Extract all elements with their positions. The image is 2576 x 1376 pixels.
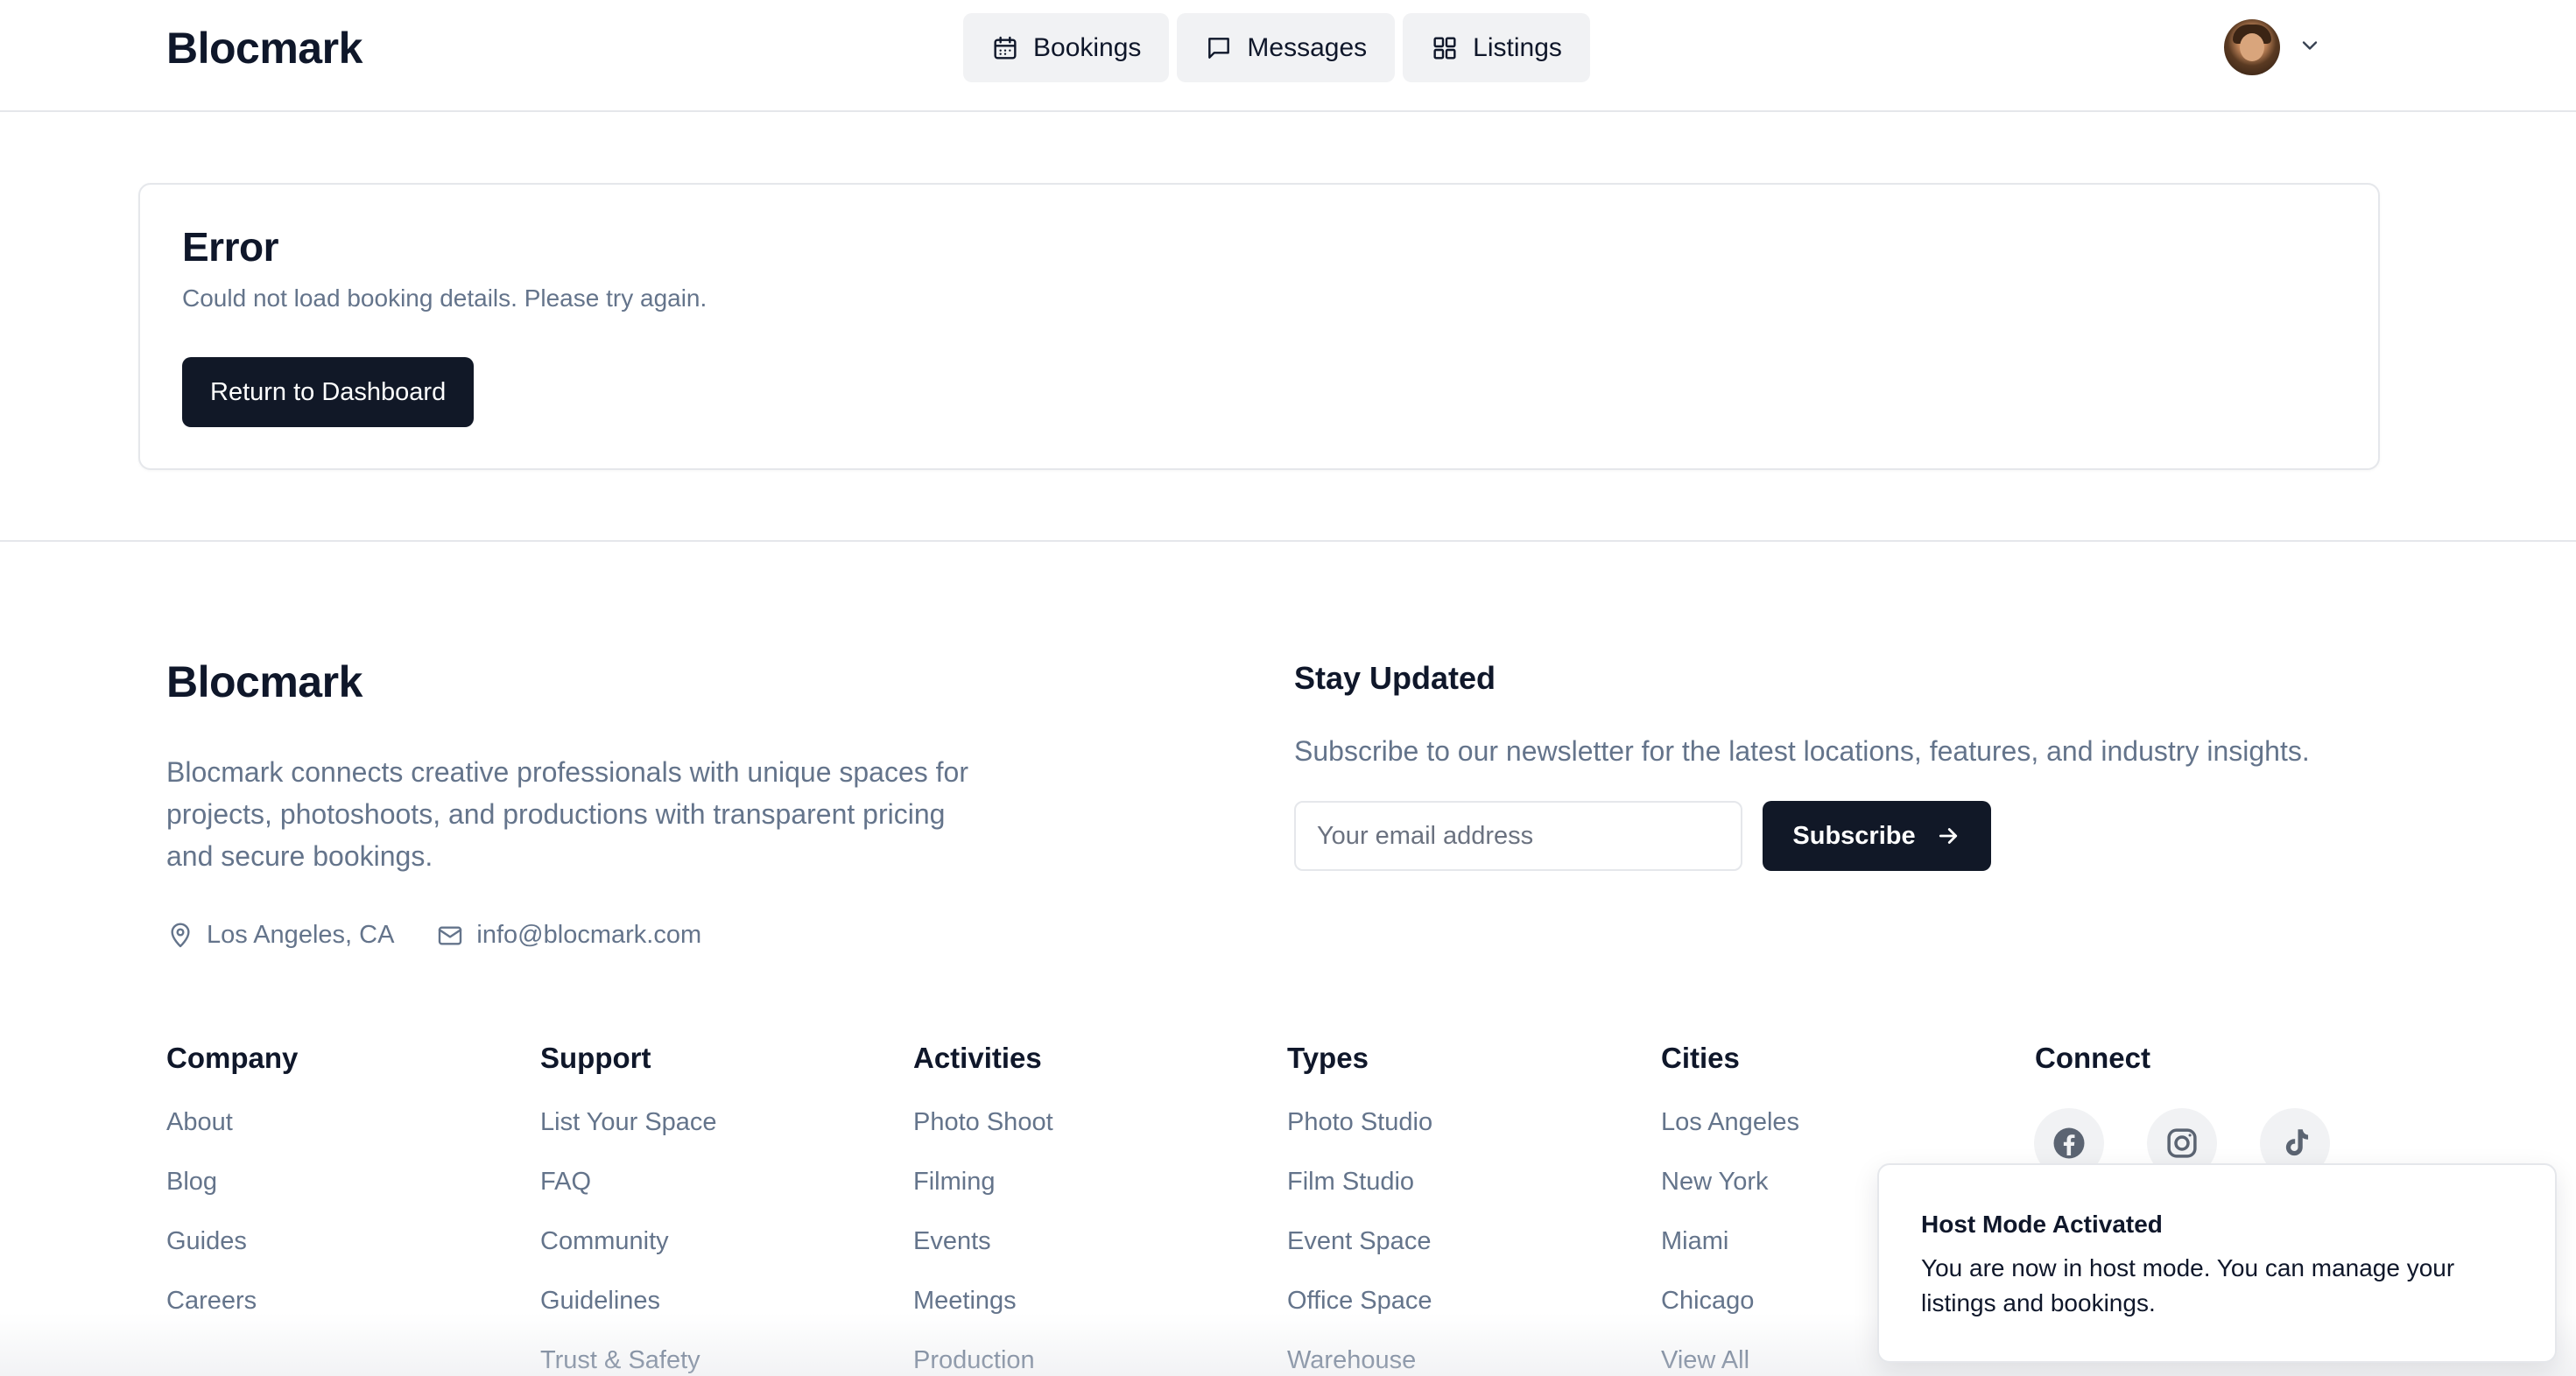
footer-link-chicago[interactable]: Chicago xyxy=(1661,1285,1799,1344)
subscribe-label: Subscribe xyxy=(1792,821,1916,850)
nav-bookings-label: Bookings xyxy=(1033,32,1142,62)
footer-link-filming[interactable]: Filming xyxy=(913,1166,1053,1225)
footer-contact: Los Angeles, CA info@blocmark.com xyxy=(166,921,701,950)
footer-link-events[interactable]: Events xyxy=(913,1225,1053,1285)
footer-link-film-studio[interactable]: Film Studio xyxy=(1287,1166,1432,1225)
footer-link-trust-safety[interactable]: Trust & Safety xyxy=(540,1344,717,1376)
column-title: Company xyxy=(166,1042,299,1074)
error-message: Could not load booking details. Please t… xyxy=(182,284,707,312)
footer-link-photo-shoot[interactable]: Photo Shoot xyxy=(913,1106,1053,1166)
return-to-dashboard-button[interactable]: Return to Dashboard xyxy=(182,357,475,427)
footer-link-about[interactable]: About xyxy=(166,1106,298,1166)
footer-link-blog[interactable]: Blog xyxy=(166,1166,298,1225)
instagram-icon xyxy=(2167,1128,2197,1158)
footer-link-guidelines[interactable]: Guidelines xyxy=(540,1285,717,1344)
column-title: Connect xyxy=(2035,1042,2150,1074)
footer-link-view-all[interactable]: View All xyxy=(1661,1344,1799,1376)
arrow-right-icon xyxy=(1939,828,1957,844)
nav-messages-label: Messages xyxy=(1247,32,1368,62)
grid-icon xyxy=(1433,36,1456,60)
footer-link-new-york[interactable]: New York xyxy=(1661,1166,1799,1225)
footer-link-event-space[interactable]: Event Space xyxy=(1287,1225,1432,1285)
avatar-face xyxy=(2240,33,2264,61)
nav-messages-button[interactable]: Messages xyxy=(1177,13,1396,82)
error-title: Error xyxy=(182,224,278,270)
column-title: Cities xyxy=(1661,1042,1740,1074)
footer-link-warehouse[interactable]: Warehouse xyxy=(1287,1344,1432,1376)
newsletter-email-input[interactable] xyxy=(1294,801,1742,871)
footer-column-connect: Connect xyxy=(2035,1042,2150,1075)
footer-description: Blocmark connects creative professionals… xyxy=(166,756,968,872)
facebook-icon xyxy=(2053,1127,2085,1159)
footer-divider xyxy=(0,540,2576,542)
calendar-icon xyxy=(994,36,1017,60)
chevron-down-icon[interactable] xyxy=(2298,33,2322,58)
footer-location: Los Angeles, CA xyxy=(207,921,395,949)
footer-column-cities: Cities Los Angeles New York Miami Chicag… xyxy=(1661,1042,1799,1376)
footer-column-types: Types Photo Studio Film Studio Event Spa… xyxy=(1287,1042,1432,1376)
footer-column-activities: Activities Photo Shoot Filming Events Me… xyxy=(913,1042,1053,1376)
footer-link-community[interactable]: Community xyxy=(540,1225,717,1285)
mail-icon xyxy=(439,925,462,945)
footer-brand[interactable]: Blocmark xyxy=(166,656,362,707)
toast-notification[interactable]: Host Mode Activated You are now in host … xyxy=(1877,1163,2557,1363)
newsletter-description: Subscribe to our newsletter for the late… xyxy=(1294,735,2310,767)
footer-link-miami[interactable]: Miami xyxy=(1661,1225,1799,1285)
footer-link-guides[interactable]: Guides xyxy=(166,1225,298,1285)
main-nav: Bookings Messages Listings xyxy=(963,13,1590,82)
nav-listings-label: Listings xyxy=(1473,32,1562,62)
footer-link-list-your-space[interactable]: List Your Space xyxy=(540,1106,717,1166)
footer-link-faq[interactable]: FAQ xyxy=(540,1166,717,1225)
tiktok-icon xyxy=(2285,1129,2309,1156)
footer-column-support: Support List Your Space FAQ Community Gu… xyxy=(540,1042,717,1376)
map-pin-icon xyxy=(171,922,190,947)
toast-body: You are now in host mode. You can manage… xyxy=(1921,1254,2455,1316)
message-icon xyxy=(1208,37,1230,59)
column-title: Types xyxy=(1287,1042,1369,1074)
top-navbar: Blocmark Bookings Messages Listings xyxy=(0,0,2576,112)
footer-link-los-angeles[interactable]: Los Angeles xyxy=(1661,1106,1799,1166)
newsletter-title: Stay Updated xyxy=(1294,660,1496,696)
footer-link-meetings[interactable]: Meetings xyxy=(913,1285,1053,1344)
column-title: Activities xyxy=(913,1042,1042,1074)
footer-link-office-space[interactable]: Office Space xyxy=(1287,1285,1432,1344)
footer-email[interactable]: info@blocmark.com xyxy=(476,921,701,950)
footer-link-photo-studio[interactable]: Photo Studio xyxy=(1287,1106,1432,1166)
nav-bookings-button[interactable]: Bookings xyxy=(963,13,1170,82)
footer-link-production[interactable]: Production xyxy=(913,1344,1053,1376)
subscribe-button[interactable]: Subscribe xyxy=(1763,801,1991,871)
column-title: Support xyxy=(540,1042,651,1074)
toast-title: Host Mode Activated xyxy=(1921,1211,2163,1238)
nav-listings-button[interactable]: Listings xyxy=(1403,13,1590,82)
avatar[interactable] xyxy=(2224,19,2280,75)
brand-logo[interactable]: Blocmark xyxy=(166,23,362,74)
footer-link-careers[interactable]: Careers xyxy=(166,1285,298,1344)
error-card: Error Could not load booking details. Pl… xyxy=(138,183,2380,470)
footer-column-company: Company About Blog Guides Careers xyxy=(166,1042,298,1344)
